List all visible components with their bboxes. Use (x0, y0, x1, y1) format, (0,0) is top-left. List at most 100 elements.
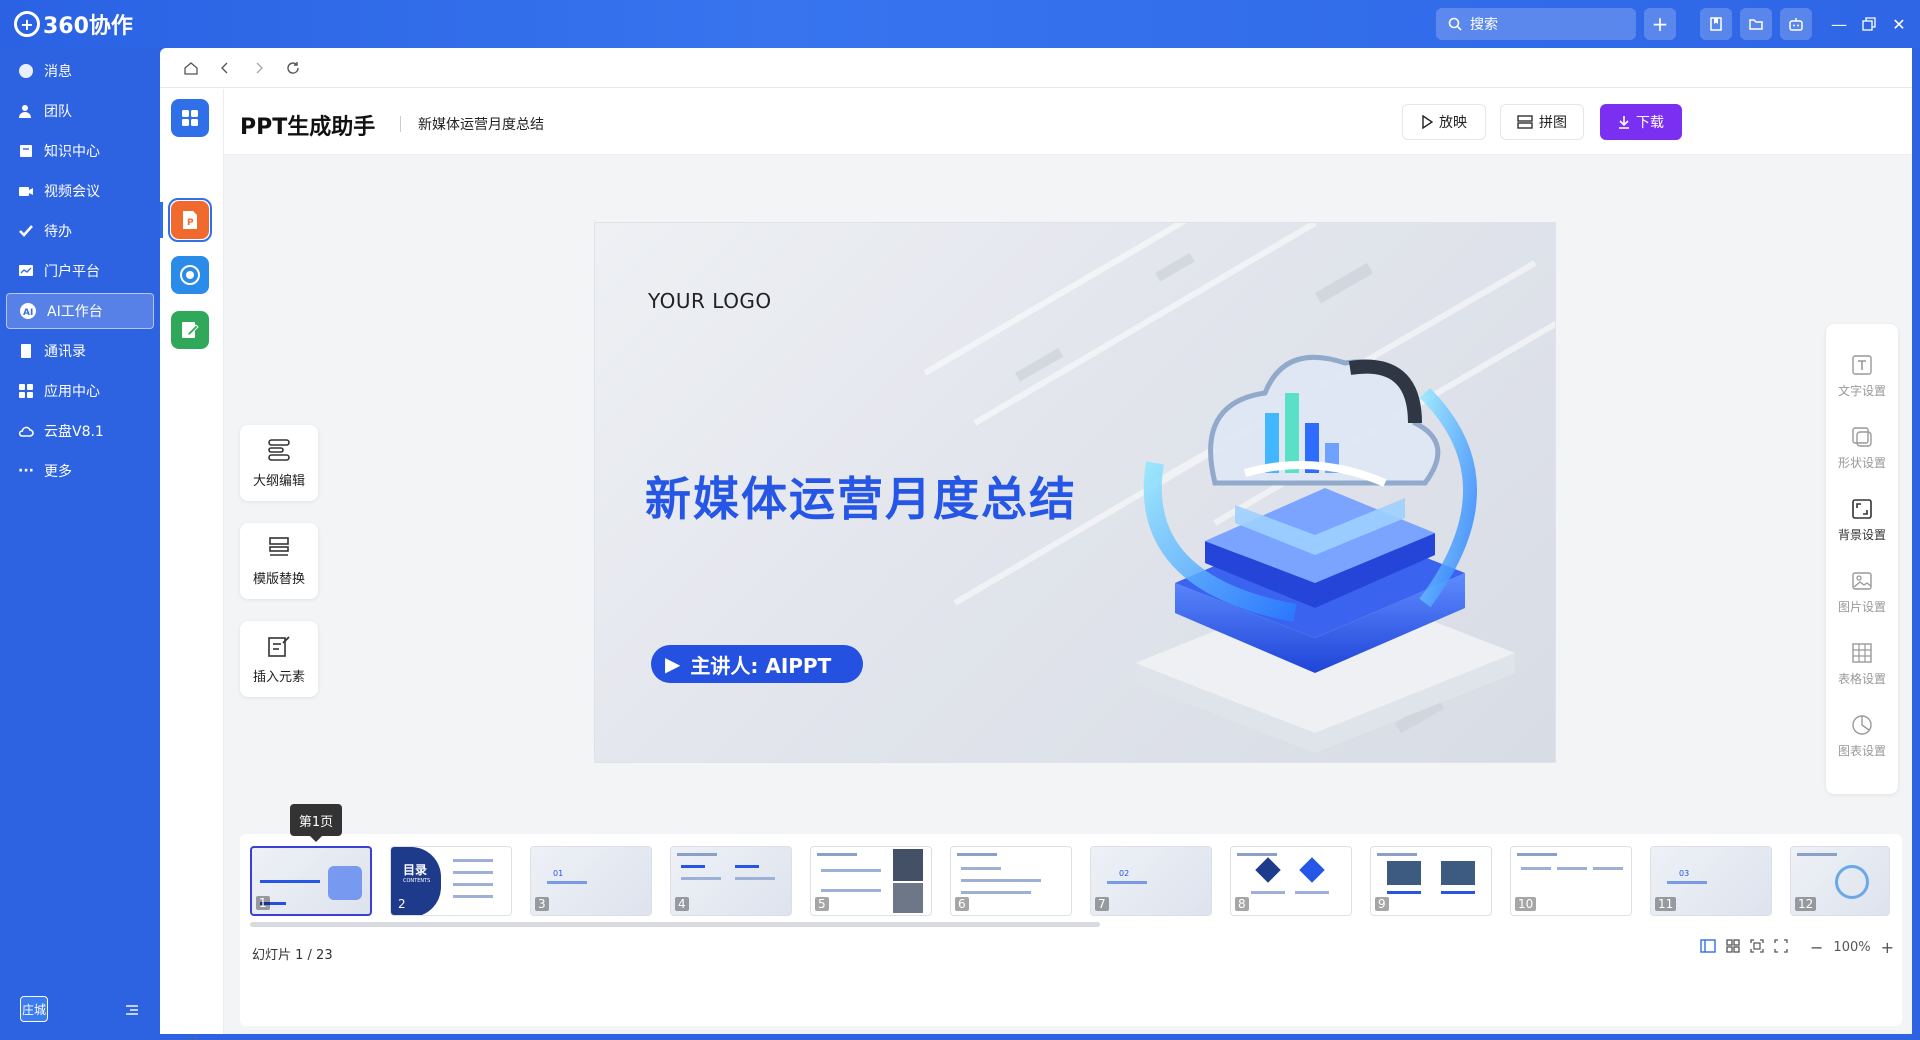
collage-icon (1517, 115, 1533, 129)
brand-logo: + 360协作 (14, 9, 133, 39)
sidebar-item-more[interactable]: ··· 更多 (6, 453, 154, 489)
table-settings-button[interactable]: 表格设置 (1826, 632, 1898, 696)
slide-thumbnail-12[interactable]: 12 (1790, 846, 1890, 916)
sidebar-item-video[interactable]: 视频会议 (6, 173, 154, 209)
sidebar-item-contacts[interactable]: 通讯录 (6, 333, 154, 369)
slide-thumbnail-11[interactable]: 03 11 (1650, 846, 1772, 916)
zoom-out-button[interactable]: − (1810, 938, 1823, 957)
robot-button[interactable] (1780, 8, 1812, 40)
maximize-button[interactable] (1856, 10, 1882, 38)
shape-settings-button[interactable]: 形状设置 (1826, 416, 1898, 480)
slide-thumbnail-4[interactable]: 4 (670, 846, 792, 916)
search-input[interactable]: 搜索 (1436, 8, 1636, 40)
doc-edit-icon (182, 322, 199, 338)
ai-icon: AI (20, 303, 36, 319)
thumb-line (735, 865, 759, 868)
chart-settings-button[interactable]: 图表设置 (1826, 704, 1898, 768)
thumb-line (821, 889, 881, 892)
pie-chart-icon (1852, 714, 1872, 735)
thumb-line (681, 877, 721, 880)
slide-thumbnail-2[interactable]: 目录 CONTENTS 2 (390, 846, 512, 916)
collage-button[interactable]: 拼图 (1500, 104, 1584, 140)
zoom-in-button[interactable]: + (1881, 938, 1894, 957)
slide-thumbnail-5[interactable]: 5 (810, 846, 932, 916)
sidebar-item-label: 云盘V8.1 (44, 424, 104, 440)
background-settings-button[interactable]: 背景设置 (1826, 488, 1898, 552)
thumb-header (1517, 853, 1557, 856)
normal-view-button[interactable] (1700, 938, 1716, 957)
play-label: 放映 (1439, 115, 1467, 131)
insert-element-button[interactable]: 插入元素 (240, 621, 318, 697)
download-button[interactable]: 下载 (1600, 104, 1682, 140)
thumb-number: 8 (1235, 897, 1249, 911)
thumb-line (735, 877, 775, 880)
minimize-button[interactable]: — (1826, 10, 1852, 38)
cloud-icon (18, 426, 34, 437)
template-replace-button[interactable]: 模版替换 (240, 523, 318, 599)
page-tooltip: 第1页 (290, 804, 342, 842)
slide-thumbnail-8[interactable]: 8 (1230, 846, 1352, 916)
play-button[interactable]: 放映 (1402, 104, 1486, 140)
sidebar-item-ai-workbench[interactable]: AI AI工作台 (6, 293, 154, 329)
add-button[interactable]: + (1644, 8, 1676, 40)
brand-name: 360协作 (43, 14, 133, 39)
slide-logo-text: YOUR LOGO (648, 289, 772, 313)
sidebar-collapse-button[interactable] (124, 1002, 140, 1022)
bookmark-button[interactable] (1700, 8, 1732, 40)
ai-chat-app-button[interactable] (171, 256, 209, 294)
thumb-header (1377, 853, 1417, 856)
thumb-photo (1441, 861, 1475, 885)
zoom-level: 100% (1833, 940, 1871, 955)
sidebar-item-portal[interactable]: 门户平台 (6, 253, 154, 289)
slide-thumbnail-10[interactable]: 10 (1510, 846, 1632, 916)
sidebar-item-messages[interactable]: 消息 (6, 53, 154, 89)
thumb-section-num: 02 (1119, 869, 1130, 878)
thumb-line (681, 865, 705, 868)
doc-edit-app-button[interactable] (171, 311, 209, 349)
search-placeholder: 搜索 (1470, 17, 1498, 33)
rail-expand-button[interactable] (182, 1035, 198, 1040)
slide-canvas[interactable]: YOUR LOGO 新媒体运营月度总结 ▶ 主讲人: AIPPT (594, 222, 1556, 763)
text-icon (1852, 354, 1872, 375)
slide-thumbnail-6[interactable]: 6 (950, 846, 1072, 916)
thumb-number: 12 (1795, 897, 1817, 911)
ppt-icon: P (183, 211, 197, 229)
close-button[interactable]: ✕ (1886, 10, 1912, 38)
back-button[interactable] (212, 55, 238, 81)
app-grid-button[interactable] (171, 99, 209, 137)
play-triangle-icon: ▶ (665, 652, 681, 676)
thumbnail-scrollbar[interactable] (250, 922, 1100, 927)
thumbnail-strip: 第1页 1 目录 CONTENTS 2 01 3 4 5 6 02 7 8 9 10 0… (240, 804, 1902, 1026)
sidebar-item-todo[interactable]: 待办 (6, 213, 154, 249)
thumb-art (328, 866, 362, 900)
sidebar-item-team[interactable]: 团队 (6, 93, 154, 129)
sidebar-item-apps[interactable]: 应用中心 (6, 373, 154, 409)
portal-icon (19, 265, 33, 276)
home-button[interactable] (178, 55, 204, 81)
thumb-line (1251, 891, 1285, 894)
thumb-number: 4 (675, 897, 689, 911)
outline-edit-button[interactable]: 大纲编辑 (240, 425, 318, 501)
forward-button[interactable] (246, 55, 272, 81)
refresh-button[interactable] (280, 55, 306, 81)
slide-thumbnail-9[interactable]: 9 (1370, 846, 1492, 916)
image-settings-button[interactable]: 图片设置 (1826, 560, 1898, 624)
grid-view-button[interactable] (1726, 938, 1740, 957)
avatar[interactable]: 庄城 (20, 996, 48, 1022)
fullscreen-button[interactable] (1774, 938, 1788, 957)
text-settings-button[interactable]: 文字设置 (1826, 344, 1898, 408)
ppt-app-button[interactable]: P (171, 201, 209, 239)
thumb-diamond (1255, 857, 1281, 883)
folder-button[interactable] (1740, 8, 1772, 40)
apps-icon (19, 384, 33, 398)
thumb-line (547, 881, 587, 884)
slide-thumbnail-7[interactable]: 02 7 (1090, 846, 1212, 916)
sidebar-item-cloud[interactable]: 云盘V8.1 (6, 413, 154, 449)
top-bar: + 360协作 搜索 + — ✕ (0, 0, 1920, 48)
slide-thumbnail-3[interactable]: 01 3 (530, 846, 652, 916)
thumb-line (1557, 867, 1587, 870)
sidebar-item-knowledge[interactable]: 知识中心 (6, 133, 154, 169)
prop-label: 文字设置 (1837, 383, 1886, 398)
fit-view-button[interactable] (1750, 938, 1764, 957)
slide-thumbnail-1[interactable]: 1 (250, 846, 372, 916)
